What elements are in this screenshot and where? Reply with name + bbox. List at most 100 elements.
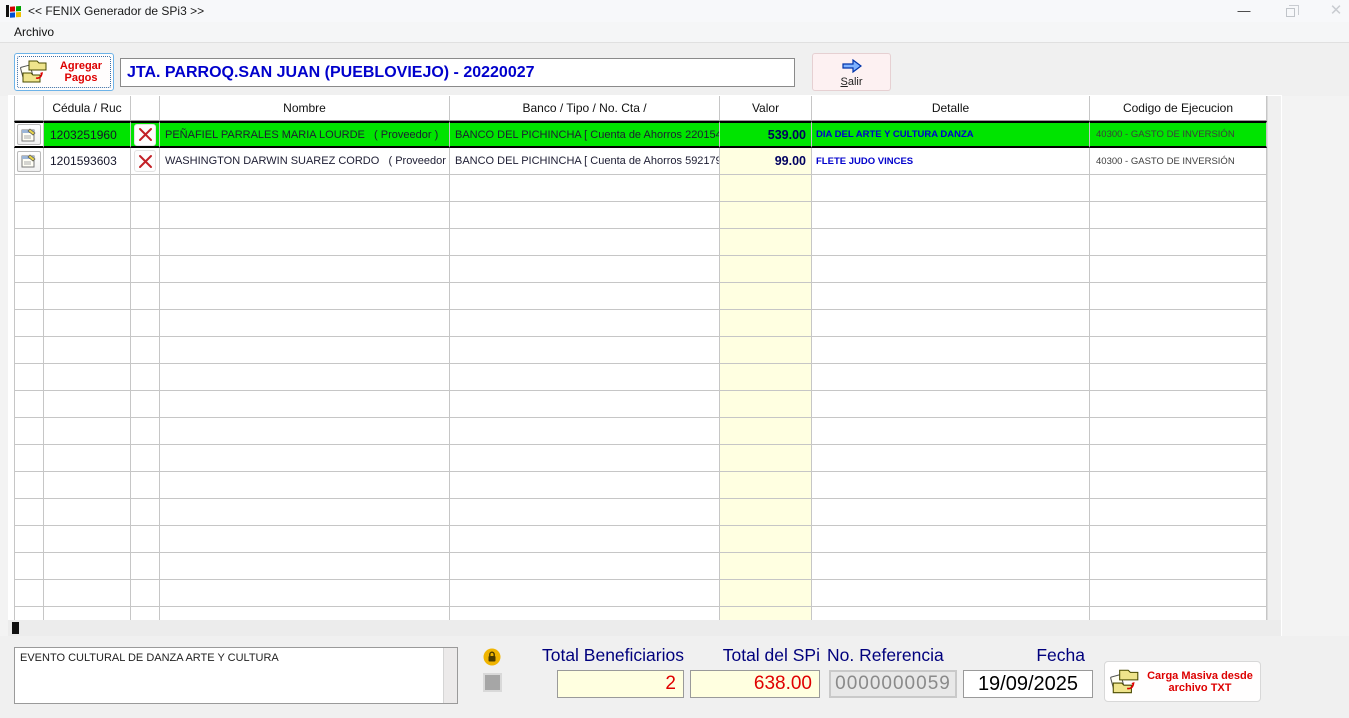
empty-table-row xyxy=(14,337,1267,364)
empty-table-row xyxy=(14,364,1267,391)
cedula-cell xyxy=(44,526,131,553)
header-cedula: Cédula / Ruc xyxy=(44,96,131,121)
entity-name-input[interactable] xyxy=(120,58,795,87)
title-bar: << FENIX Generador de SPi3 >> — ✕ xyxy=(0,0,1349,22)
edit-cell xyxy=(14,580,44,607)
load-txt-folder-icon xyxy=(1110,669,1139,693)
empty-table-row xyxy=(14,418,1267,445)
edit-cell xyxy=(14,553,44,580)
codigo-cell xyxy=(1090,283,1267,310)
cedula-cell xyxy=(44,175,131,202)
cedula-cell xyxy=(44,391,131,418)
empty-table-row xyxy=(14,553,1267,580)
cedula-cell xyxy=(44,499,131,526)
edit-cell xyxy=(14,337,44,364)
fecha-value[interactable]: 19/09/2025 xyxy=(963,670,1093,698)
detalle-cell xyxy=(812,337,1090,364)
cedula-cell: 1201593603 xyxy=(44,148,131,175)
valor-cell: 99.00 xyxy=(720,148,812,175)
restore-button[interactable] xyxy=(1267,0,1313,22)
codigo-cell: 40300 - GASTO DE INVERSIÓN xyxy=(1090,148,1267,175)
banco-cell xyxy=(450,310,720,337)
edit-cell xyxy=(14,607,44,620)
textarea-scrollbar[interactable] xyxy=(443,648,457,703)
valor-cell xyxy=(720,337,812,364)
empty-table-row xyxy=(14,283,1267,310)
table-row[interactable]: 1201593603 WASHINGTON DARWIN SUAREZ CORDO… xyxy=(14,148,1267,175)
banco-cell xyxy=(450,364,720,391)
minimize-button[interactable]: — xyxy=(1221,0,1267,22)
nombre-cell: WASHINGTON DARWIN SUAREZ CORDO ( Proveed… xyxy=(160,148,450,175)
edit-row-button[interactable] xyxy=(17,150,41,172)
status-square[interactable] xyxy=(483,673,502,692)
nombre-cell xyxy=(160,175,450,202)
header-codigo: Codigo de Ejecucion xyxy=(1090,96,1267,121)
codigo-cell xyxy=(1090,607,1267,620)
empty-table-row xyxy=(14,580,1267,607)
total-beneficiarios-value: 2 xyxy=(557,670,684,698)
cedula-cell xyxy=(44,445,131,472)
valor-cell xyxy=(720,229,812,256)
detalle-cell xyxy=(812,202,1090,229)
carga-masiva-button[interactable]: Carga Masiva desde archivo TXT xyxy=(1104,661,1261,702)
nombre-cell xyxy=(160,472,450,499)
codigo-cell xyxy=(1090,310,1267,337)
detalle-cell xyxy=(812,391,1090,418)
cedula-cell xyxy=(44,553,131,580)
detalle-cell xyxy=(812,310,1090,337)
detalle-cell xyxy=(812,175,1090,202)
banco-cell xyxy=(450,283,720,310)
empty-table-row xyxy=(14,175,1267,202)
agregar-pagos-button[interactable]: Agregar Pagos xyxy=(14,53,114,91)
detalle-general-textarea[interactable] xyxy=(14,647,458,704)
table-body: 1203251960 PEÑAFIEL PARRALES MARIA LOURDE… xyxy=(14,121,1267,620)
nombre-cell xyxy=(160,607,450,620)
valor-cell xyxy=(720,202,812,229)
no-referencia-value: 0000000059 xyxy=(829,670,957,698)
delete-cell xyxy=(131,580,160,607)
cedula-cell xyxy=(44,202,131,229)
edit-cell xyxy=(14,121,44,148)
delete-cell xyxy=(131,202,160,229)
toolbar: Agregar Pagos Salir xyxy=(0,42,1349,96)
edit-cell xyxy=(14,445,44,472)
empty-table-row xyxy=(14,526,1267,553)
valor-cell xyxy=(720,580,812,607)
nombre-cell xyxy=(160,364,450,391)
edit-row-button[interactable] xyxy=(17,124,41,145)
edit-cell xyxy=(14,391,44,418)
empty-table-row xyxy=(14,445,1267,472)
codigo-cell xyxy=(1090,499,1267,526)
header-detalle: Detalle xyxy=(812,96,1090,121)
table-vertical-scrollbar[interactable] xyxy=(1267,96,1281,620)
empty-table-row xyxy=(14,391,1267,418)
table-row[interactable]: 1203251960 PEÑAFIEL PARRALES MARIA LOURDE… xyxy=(14,121,1267,148)
delete-cell xyxy=(131,175,160,202)
codigo-cell xyxy=(1090,175,1267,202)
close-button[interactable]: ✕ xyxy=(1313,0,1349,22)
total-beneficiarios-label: Total Beneficiarios xyxy=(541,645,684,665)
nombre-cell xyxy=(160,337,450,364)
delete-cell xyxy=(131,283,160,310)
detalle-cell xyxy=(812,256,1090,283)
delete-cell xyxy=(131,229,160,256)
horizontal-scrollbar-thumb[interactable] xyxy=(12,622,19,634)
header-delete-col xyxy=(131,96,160,121)
salir-button[interactable]: Salir xyxy=(812,53,891,91)
header-edit-col xyxy=(14,96,44,121)
valor-cell xyxy=(720,445,812,472)
nombre-cell xyxy=(160,310,450,337)
detalle-cell xyxy=(812,553,1090,580)
table-horizontal-scrollbar[interactable] xyxy=(8,620,1281,636)
edit-cell xyxy=(14,526,44,553)
codigo-cell xyxy=(1090,364,1267,391)
menu-archivo[interactable]: Archivo xyxy=(10,24,58,40)
delete-row-button[interactable] xyxy=(134,123,156,146)
empty-table-row xyxy=(14,472,1267,499)
delete-row-button[interactable] xyxy=(134,150,156,172)
detalle-cell: FLETE JUDO VINCES xyxy=(812,148,1090,175)
edit-cell xyxy=(14,175,44,202)
cedula-cell xyxy=(44,337,131,364)
banco-cell: BANCO DEL PICHINCHA [ Cuenta de Ahorros … xyxy=(450,121,720,148)
banco-cell xyxy=(450,337,720,364)
